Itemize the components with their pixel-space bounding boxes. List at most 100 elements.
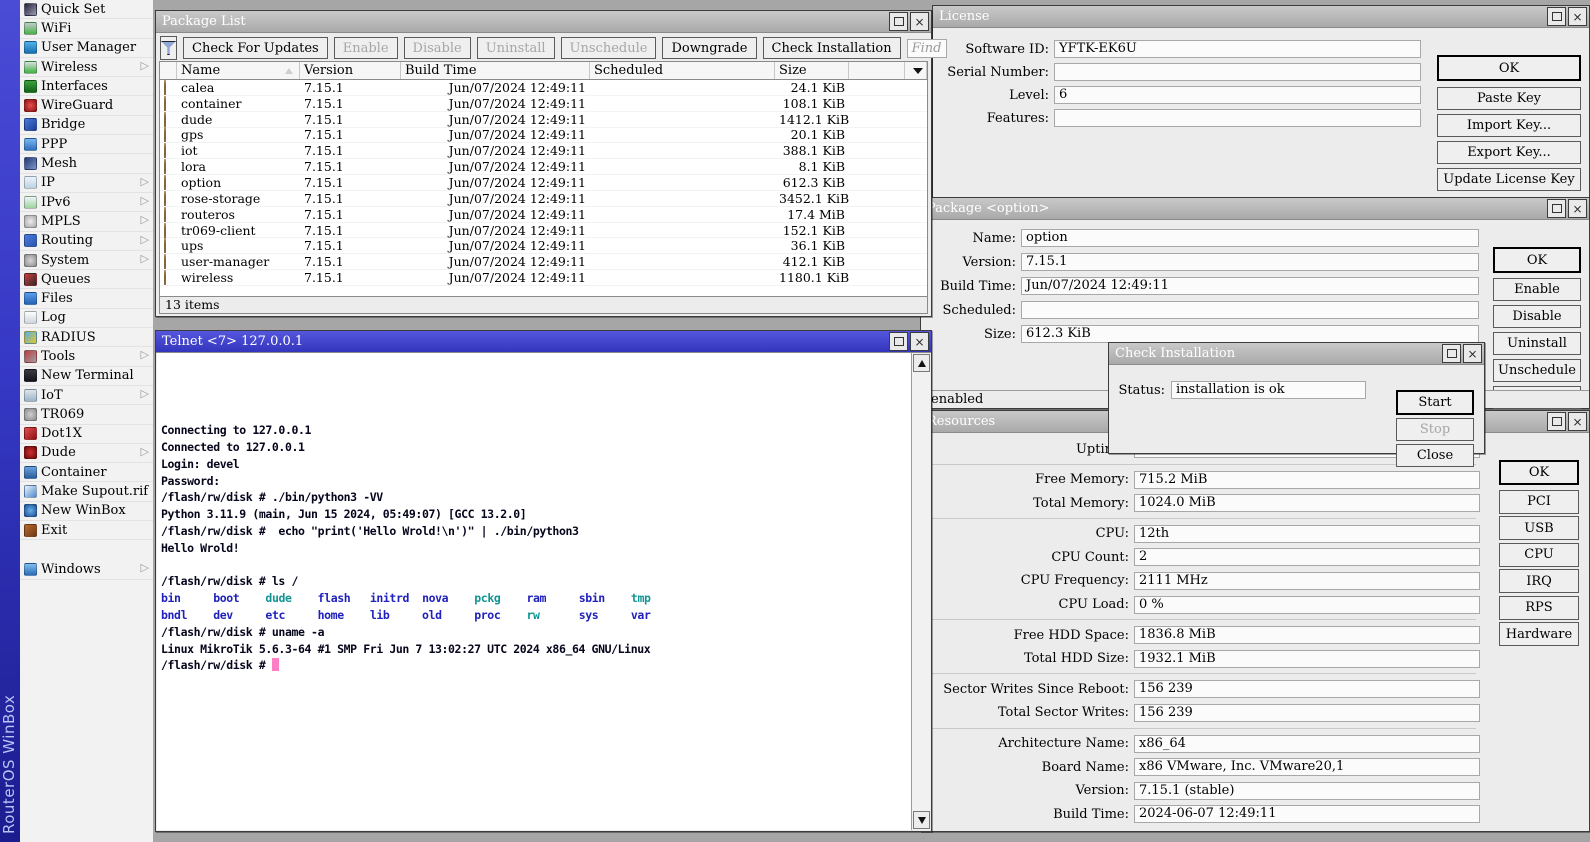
sidebar-item-new-terminal[interactable]: New Terminal	[20, 367, 153, 386]
field-value[interactable]: 6	[1054, 86, 1421, 104]
sidebar-item-interfaces[interactable]: Interfaces	[20, 77, 153, 96]
update-license-key-button[interactable]: Update License Key	[1437, 168, 1581, 191]
table-row-iot[interactable]: iot7.15.1Jun/07/2024 12:49:11388.1 KiB	[160, 143, 927, 159]
sidebar-item-wireless[interactable]: Wireless▷	[20, 58, 153, 77]
uninstall-button[interactable]: Uninstall	[1493, 332, 1581, 355]
irq-button[interactable]: IRQ	[1499, 569, 1579, 593]
column-header-build-time[interactable]: Build Time	[401, 62, 590, 79]
maximize-button[interactable]	[1547, 199, 1566, 218]
cpu-button[interactable]: CPU	[1499, 543, 1579, 567]
sidebar-item-exit[interactable]: Exit	[20, 521, 153, 540]
field-value[interactable]	[1054, 63, 1421, 81]
table-row-routeros[interactable]: routeros7.15.1Jun/07/2024 12:49:1117.4 M…	[160, 207, 927, 223]
sidebar-item-user-manager[interactable]: User Manager	[20, 39, 153, 58]
table-row-gps[interactable]: gps7.15.1Jun/07/2024 12:49:1120.1 KiB	[160, 128, 927, 144]
field-value[interactable]	[1021, 301, 1479, 319]
sidebar-item-iot[interactable]: IoT▷	[20, 386, 153, 405]
close-icon[interactable]: ×	[1568, 412, 1587, 431]
find-input[interactable]: Find	[907, 39, 947, 58]
table-row-tr069-client[interactable]: tr069-client7.15.1Jun/07/2024 12:49:1115…	[160, 223, 927, 239]
table-row-calea[interactable]: calea7.15.1Jun/07/2024 12:49:1124.1 KiB	[160, 80, 927, 96]
column-header-size[interactable]: Size	[775, 62, 849, 79]
sidebar-item-dot1x[interactable]: Dot1X	[20, 425, 153, 444]
sidebar-item-log[interactable]: Log	[20, 309, 153, 328]
sidebar-item-mpls[interactable]: MPLS▷	[20, 212, 153, 231]
field-value[interactable]: YFTK-EK6U	[1054, 40, 1421, 58]
column-header-version[interactable]: Version	[300, 62, 401, 79]
table-row-container[interactable]: container7.15.1Jun/07/2024 12:49:11108.1…	[160, 96, 927, 112]
maximize-button[interactable]	[889, 12, 908, 31]
field-value[interactable]: option	[1021, 229, 1479, 247]
table-row-ups[interactable]: ups7.15.1Jun/07/2024 12:49:1136.1 KiB	[160, 238, 927, 254]
paste-key-button[interactable]: Paste Key	[1437, 87, 1581, 110]
package-list-titlebar[interactable]: Package List ×	[156, 11, 931, 33]
enable-button[interactable]: Enable	[1493, 278, 1581, 301]
sidebar-item-files[interactable]: Files	[20, 289, 153, 308]
terminal-output[interactable]: Connecting to 127.0.0.1Connected to 127.…	[161, 355, 910, 828]
sidebar-item-bridge[interactable]: Bridge	[20, 116, 153, 135]
close-icon[interactable]: ×	[1568, 7, 1587, 26]
field-value[interactable]: 7.15.1	[1021, 253, 1479, 271]
sidebar-item-windows[interactable]: Windows▷	[20, 560, 153, 579]
check-for-updates-button[interactable]: Check For Updates	[183, 37, 328, 59]
ok-button[interactable]: OK	[1493, 247, 1581, 273]
import-key--button[interactable]: Import Key...	[1437, 114, 1581, 137]
ok-button[interactable]: OK	[1437, 55, 1581, 81]
sidebar-item-new-winbox[interactable]: New WinBox	[20, 502, 153, 521]
filter-button[interactable]	[160, 36, 177, 60]
sidebar-item-mesh[interactable]: Mesh	[20, 154, 153, 173]
close-button[interactable]: Close	[1396, 444, 1474, 467]
start-button[interactable]: Start	[1396, 390, 1474, 415]
sidebar-item-wireguard[interactable]: WireGuard	[20, 96, 153, 115]
column-header-name[interactable]: Name	[177, 62, 300, 79]
scroll-up-icon[interactable]	[913, 354, 930, 372]
rps-button[interactable]: RPS	[1499, 596, 1579, 620]
hardware-button[interactable]: Hardware	[1499, 622, 1579, 646]
export-key--button[interactable]: Export Key...	[1437, 141, 1581, 164]
downgrade-button[interactable]: Downgrade	[662, 37, 756, 59]
unschedule-button[interactable]: Unschedule	[1493, 359, 1581, 382]
field-value[interactable]: Jun/07/2024 12:49:11	[1021, 277, 1479, 295]
sidebar-item-dude[interactable]: Dude▷	[20, 444, 153, 463]
telnet-titlebar[interactable]: Telnet <7> 127.0.0.1 ×	[156, 331, 931, 353]
scroll-down-icon[interactable]	[913, 811, 930, 829]
sidebar-item-tools[interactable]: Tools▷	[20, 347, 153, 366]
maximize-button[interactable]	[1547, 412, 1566, 431]
close-icon[interactable]: ×	[910, 332, 929, 351]
sidebar-item-radius[interactable]: RADIUS	[20, 328, 153, 347]
usb-button[interactable]: USB	[1499, 516, 1579, 540]
maximize-button[interactable]	[1442, 344, 1461, 363]
table-row-wireless[interactable]: wireless7.15.1Jun/07/2024 12:49:111180.1…	[160, 270, 927, 286]
license-titlebar[interactable]: License ×	[933, 6, 1589, 28]
table-row-lora[interactable]: lora7.15.1Jun/07/2024 12:49:118.1 KiB	[160, 159, 927, 175]
field-value[interactable]	[1054, 109, 1421, 127]
sidebar-item-make-supout-rif[interactable]: Make Supout.rif	[20, 482, 153, 501]
table-row-dude[interactable]: dude7.15.1Jun/07/2024 12:49:111412.1 KiB	[160, 112, 927, 128]
maximize-button[interactable]	[889, 332, 908, 351]
check-installation-button[interactable]: Check Installation	[763, 37, 901, 59]
sidebar-item-ip[interactable]: IP▷	[20, 174, 153, 193]
column-header-scheduled[interactable]: Scheduled	[590, 62, 775, 79]
disable-button[interactable]: Disable	[1493, 305, 1581, 328]
table-row-rose-storage[interactable]: rose-storage7.15.1Jun/07/2024 12:49:1134…	[160, 191, 927, 207]
close-icon[interactable]: ×	[1568, 199, 1587, 218]
sidebar-item-ipv6[interactable]: IPv6▷	[20, 193, 153, 212]
sidebar-item-quick-set[interactable]: Quick Set	[20, 0, 153, 19]
sidebar-item-ppp[interactable]: PPP	[20, 135, 153, 154]
package-option-titlebar[interactable]: Package <option> ×	[921, 198, 1589, 220]
check-installation-titlebar[interactable]: Check Installation ×	[1109, 343, 1484, 365]
close-icon[interactable]: ×	[1463, 344, 1482, 363]
sidebar-item-system[interactable]: System▷	[20, 251, 153, 270]
maximize-button[interactable]	[1547, 7, 1566, 26]
sidebar-item-wifi[interactable]: WiFi	[20, 19, 153, 38]
field-value[interactable]: 612.3 KiB	[1021, 325, 1479, 343]
terminal-scrollbar[interactable]	[911, 353, 930, 830]
column-menu-button[interactable]	[909, 62, 927, 79]
sidebar-item-queues[interactable]: Queues	[20, 270, 153, 289]
table-row-option[interactable]: option7.15.1Jun/07/2024 12:49:11612.3 Ki…	[160, 175, 927, 191]
close-icon[interactable]: ×	[910, 12, 929, 31]
sidebar-item-tr069[interactable]: TR069	[20, 405, 153, 424]
ok-button[interactable]: OK	[1499, 460, 1579, 485]
sidebar-item-container[interactable]: Container	[20, 463, 153, 482]
table-row-user-manager[interactable]: user-manager7.15.1Jun/07/2024 12:49:1141…	[160, 254, 927, 270]
